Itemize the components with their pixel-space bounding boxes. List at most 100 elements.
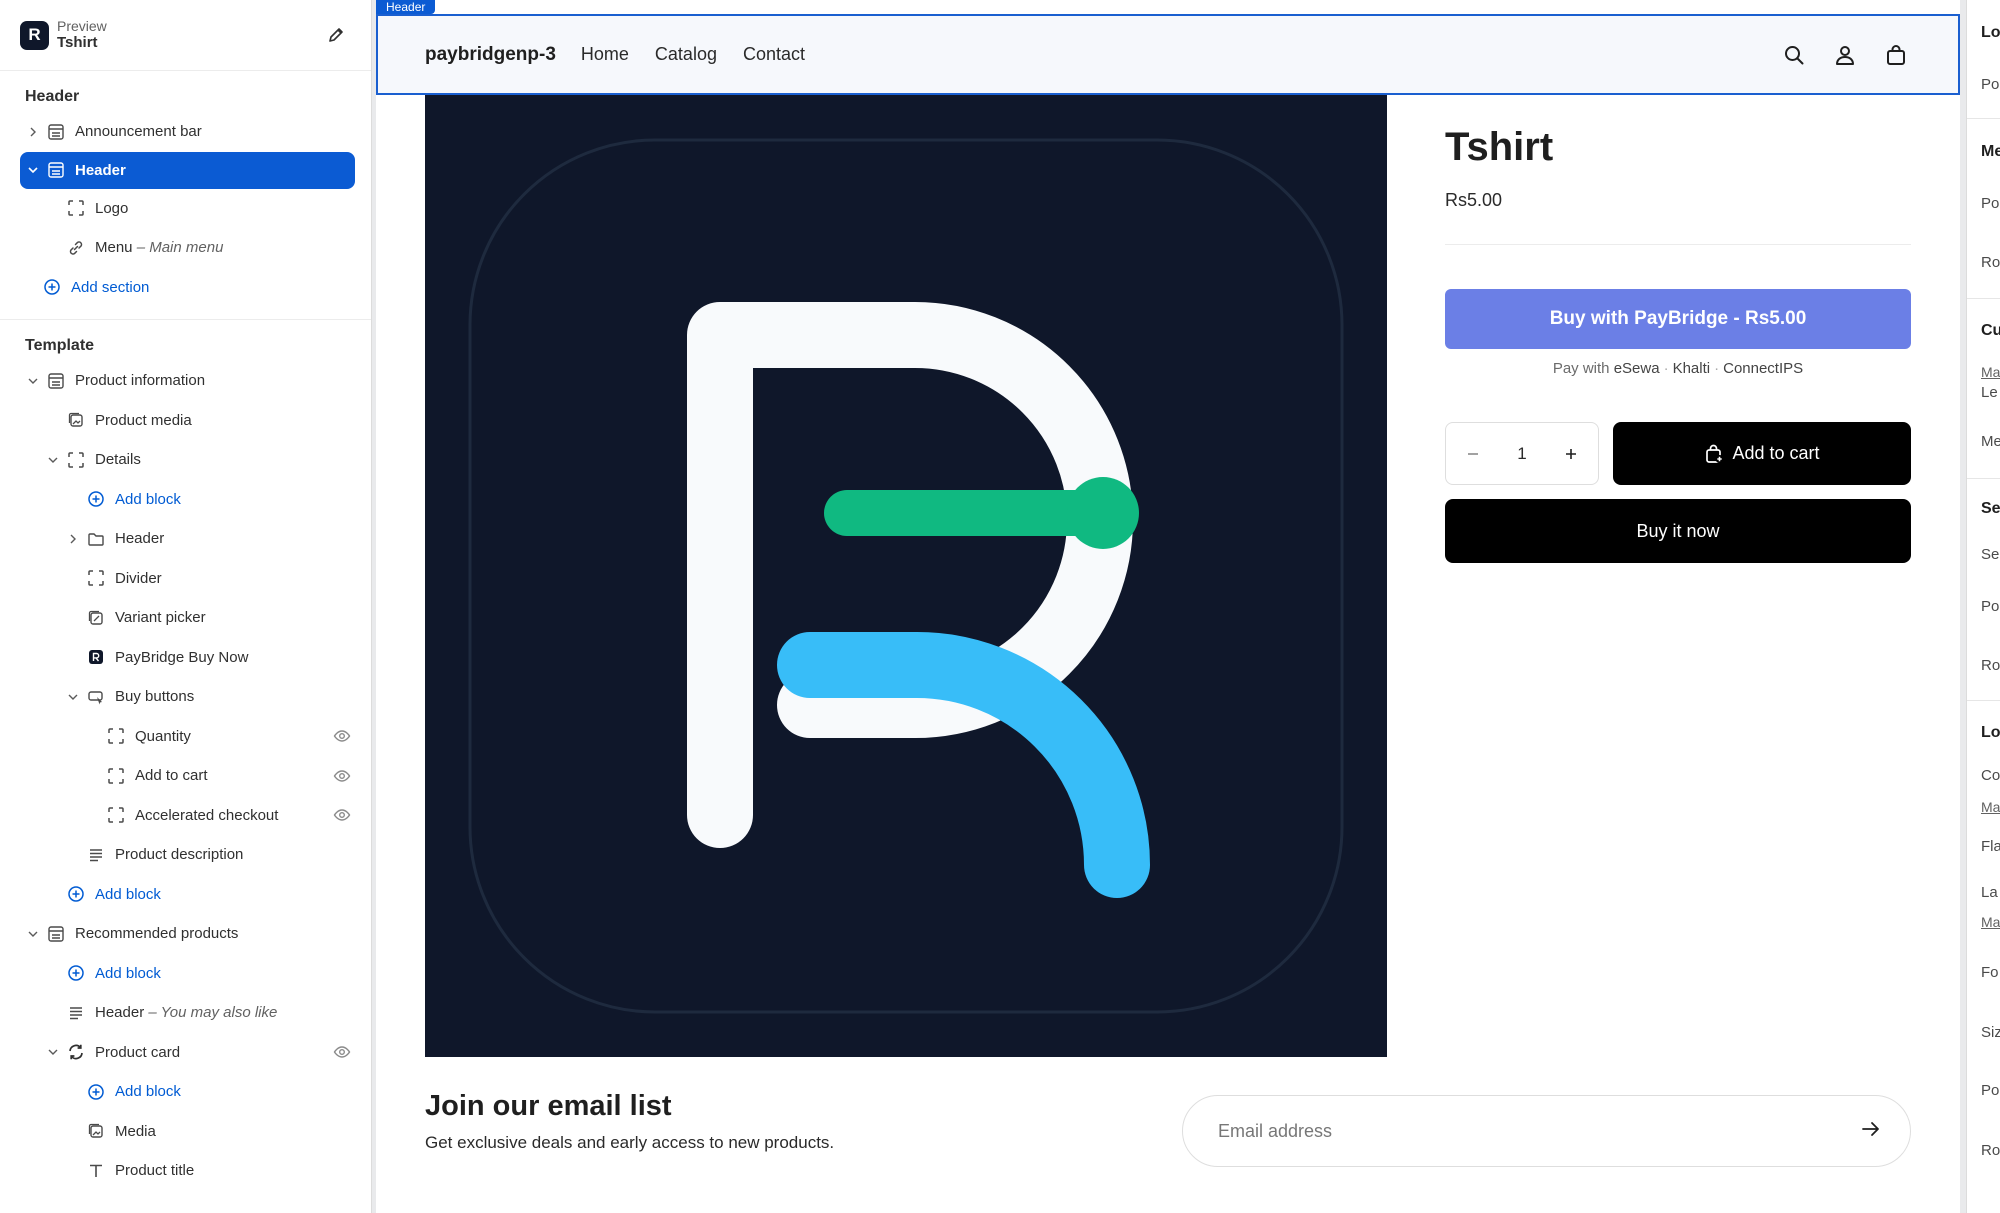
- tree-item-buy-buttons[interactable]: Buy buttons: [0, 677, 371, 717]
- plus-circle-icon: [86, 1082, 106, 1102]
- chevron-down-icon[interactable]: [24, 372, 42, 390]
- eye-icon[interactable]: [331, 1041, 353, 1063]
- tree-item-divider[interactable]: Divider: [0, 559, 371, 599]
- tree-item-header-you-may-also-like[interactable]: Header – You may also like: [0, 993, 371, 1033]
- add-section-button[interactable]: Add section: [0, 268, 371, 308]
- tree-item-label: Product description: [115, 846, 244, 864]
- add-block-button[interactable]: Add block: [0, 1072, 371, 1112]
- tree-item-header-block[interactable]: Header: [0, 519, 371, 559]
- settings-label[interactable]: Ro: [1981, 254, 2000, 271]
- site-header[interactable]: paybridgenp-3 Home Catalog Contact: [376, 14, 1960, 95]
- store-brand[interactable]: paybridgenp-3: [425, 44, 556, 66]
- eye-icon[interactable]: [331, 765, 353, 787]
- eye-icon[interactable]: [331, 725, 353, 747]
- tree-item-paybridge-buy-now[interactable]: PayBridge Buy Now: [0, 638, 371, 678]
- nav-contact[interactable]: Contact: [743, 44, 805, 65]
- tree-item-product-title[interactable]: Product title: [0, 1151, 371, 1191]
- tree-item-variant-picker[interactable]: Variant picker: [0, 598, 371, 638]
- add-block-button[interactable]: Add block: [0, 875, 371, 915]
- settings-label[interactable]: Po: [1981, 195, 1999, 212]
- search-icon[interactable]: [1780, 41, 1808, 69]
- product-media-image[interactable]: [425, 95, 1387, 1057]
- refresh-icon: [66, 1042, 86, 1062]
- settings-link[interactable]: Ma: [1981, 914, 2000, 930]
- nav-home[interactable]: Home: [581, 44, 629, 65]
- tree-item-product-information[interactable]: Product information: [0, 361, 371, 401]
- add-block-button[interactable]: Add block: [0, 954, 371, 994]
- preview-title: Preview Tshirt: [57, 18, 321, 53]
- settings-label[interactable]: Po: [1981, 1082, 1999, 1099]
- add-block-label: Add block: [95, 964, 161, 982]
- settings-link[interactable]: Ma: [1981, 799, 2000, 815]
- selected-section-tag: Header: [376, 0, 436, 14]
- tree-item-label: Quantity: [135, 727, 191, 745]
- settings-label[interactable]: Po: [1981, 76, 1999, 93]
- tree-item-logo[interactable]: Logo: [0, 189, 371, 229]
- tree-item-label: Buy buttons: [115, 688, 195, 706]
- tree-item-details[interactable]: Details: [0, 440, 371, 480]
- edit-pencil-icon[interactable]: [321, 20, 351, 50]
- add-to-cart-label: Add to cart: [1732, 443, 1820, 463]
- pay-method-esewa: eSewa: [1613, 360, 1660, 377]
- tree-item-product-description[interactable]: Product description: [0, 835, 371, 875]
- separator-dot: ·: [1714, 360, 1720, 377]
- settings-label[interactable]: Fo: [1981, 964, 1999, 981]
- minus-icon[interactable]: [1462, 443, 1484, 465]
- tree-item-product-media[interactable]: Product media: [0, 401, 371, 441]
- divider: [1445, 244, 1911, 245]
- app-logo-icon: R: [20, 20, 49, 50]
- settings-label[interactable]: Ro: [1981, 1142, 2000, 1159]
- tree-item-quantity[interactable]: Quantity: [0, 717, 371, 757]
- tree-item-add-to-cart[interactable]: Add to cart: [0, 756, 371, 796]
- quantity-value[interactable]: 1: [1511, 443, 1533, 465]
- tree-item-label: Logo: [95, 199, 129, 217]
- settings-divider: [1967, 298, 2000, 299]
- sidebar-top-bar: R Preview Tshirt: [0, 0, 371, 71]
- chevron-down-icon[interactable]: [24, 161, 42, 179]
- preview-label: Preview: [57, 17, 107, 34]
- chevron-right-icon[interactable]: [64, 530, 82, 548]
- email-input[interactable]: [1218, 1120, 1860, 1142]
- tree-item-menu[interactable]: Menu – Main menu: [0, 228, 371, 268]
- cart-bag-icon[interactable]: [1882, 41, 1910, 69]
- tree-item-header-selected[interactable]: Header: [20, 151, 355, 189]
- tree-item-product-card[interactable]: Product card: [0, 1033, 371, 1073]
- plus-circle-icon: [86, 489, 106, 509]
- settings-label[interactable]: Fla: [1981, 838, 2000, 855]
- tree-item-label: Variant picker: [115, 609, 206, 627]
- main-nav: Home Catalog Contact: [581, 44, 831, 65]
- arrow-right-icon[interactable]: [1860, 1118, 1882, 1145]
- settings-label[interactable]: Siz: [1981, 1024, 2000, 1041]
- buy-it-now-button[interactable]: Buy it now: [1445, 499, 1911, 563]
- pay-with-methods: Pay with eSewa · Khalti · ConnectIPS: [1445, 360, 1911, 377]
- add-section-label: Add section: [71, 278, 150, 296]
- add-to-cart-button[interactable]: Add to cart: [1613, 422, 1911, 485]
- account-icon[interactable]: [1831, 41, 1859, 69]
- menu-sub-label: – Main menu: [136, 239, 224, 257]
- settings-label[interactable]: Ro: [1981, 657, 2000, 674]
- settings-label[interactable]: Se: [1981, 546, 1999, 563]
- settings-link[interactable]: Ma: [1981, 364, 2000, 380]
- eye-icon[interactable]: [331, 804, 353, 826]
- paybridge-buy-button[interactable]: Buy with PayBridge - Rs5.00: [1445, 289, 1911, 349]
- tree-item-accelerated-checkout[interactable]: Accelerated checkout: [0, 796, 371, 836]
- chevron-down-icon[interactable]: [44, 451, 62, 469]
- tree-item-recommended-products[interactable]: Recommended products: [0, 914, 371, 954]
- chevron-right-icon[interactable]: [24, 123, 42, 141]
- add-block-button[interactable]: Add block: [0, 480, 371, 520]
- header-icons: [1757, 16, 1910, 93]
- template-group: Template Product information Product med…: [0, 320, 371, 1203]
- template-group-title: Template: [25, 337, 95, 354]
- chevron-down-icon[interactable]: [64, 688, 82, 706]
- nav-catalog[interactable]: Catalog: [655, 44, 717, 65]
- store-preview: Header paybridgenp-3 Home Catalog Contac…: [376, 0, 1960, 1213]
- tree-item-label: Header: [115, 530, 165, 548]
- tree-item-announcement-bar[interactable]: Announcement bar: [0, 112, 371, 152]
- settings-label[interactable]: Po: [1981, 598, 1999, 615]
- buy-row: 1 Add to cart: [1445, 422, 1911, 485]
- chevron-down-icon[interactable]: [44, 1043, 62, 1061]
- settings-label[interactable]: Me: [1981, 433, 2000, 450]
- plus-icon[interactable]: [1560, 443, 1582, 465]
- chevron-down-icon[interactable]: [24, 925, 42, 943]
- tree-item-media[interactable]: Media: [0, 1112, 371, 1152]
